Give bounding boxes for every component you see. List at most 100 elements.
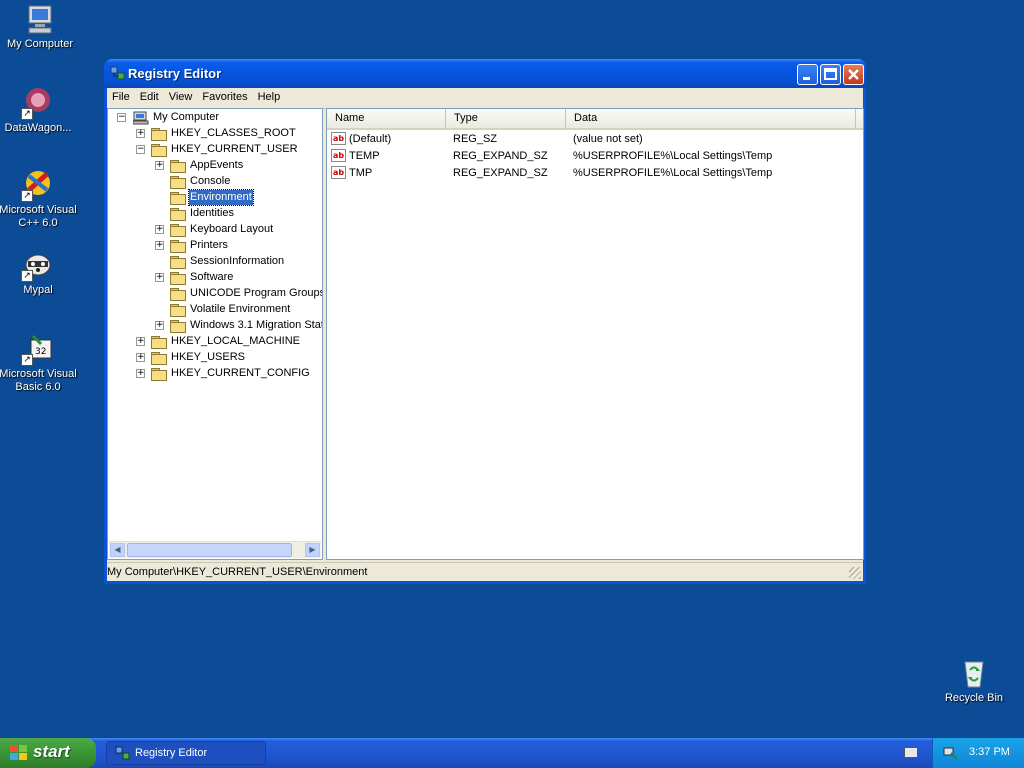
- desktop-icon-my-computer[interactable]: My Computer: [0, 2, 80, 51]
- list-header: Name Type Data: [327, 109, 863, 130]
- folder-icon: [151, 128, 167, 141]
- taskbar-button-registry-editor[interactable]: Registry Editor: [106, 741, 266, 765]
- recycle-bin-icon: [957, 656, 991, 690]
- desktop-icon-visual-cpp[interactable]: ↗ Microsoft Visual C++ 6.0: [0, 168, 78, 230]
- menu-favorites[interactable]: Favorites: [198, 88, 253, 103]
- collapse-icon[interactable]: −: [117, 113, 126, 122]
- maximize-button[interactable]: [820, 64, 841, 85]
- tree-label: Software: [190, 271, 234, 283]
- close-icon: [848, 69, 859, 80]
- expand-icon[interactable]: +: [155, 225, 164, 234]
- shortcut-arrow-icon: ↗: [21, 190, 33, 202]
- close-button[interactable]: [843, 64, 864, 85]
- minimize-icon: [803, 77, 810, 80]
- values-list-pane[interactable]: Name Type Data ab (Default) REG_SZ (valu…: [326, 108, 864, 560]
- system-tray: 3:37 PM: [932, 738, 1024, 768]
- folder-icon: [170, 304, 186, 317]
- tree-label: HKEY_USERS: [171, 351, 245, 363]
- folder-icon: [170, 160, 186, 173]
- value-name: TEMP: [349, 150, 380, 162]
- value-data: %USERPROFILE%\Local Settings\Temp: [573, 150, 773, 162]
- desktop-icon-recycle-bin[interactable]: Recycle Bin: [934, 656, 1014, 705]
- column-header-name[interactable]: Name: [327, 109, 446, 128]
- menu-help[interactable]: Help: [254, 88, 287, 103]
- maximize-icon: [824, 68, 837, 80]
- tree-label: Windows 3.1 Migration Stat: [190, 319, 323, 331]
- folder-icon: [170, 224, 186, 237]
- folder-icon: [170, 256, 186, 269]
- folder-icon: [170, 288, 186, 301]
- expand-icon[interactable]: +: [136, 129, 145, 138]
- tree-label: Volatile Environment: [190, 303, 291, 315]
- value-type: REG_EXPAND_SZ: [453, 150, 548, 162]
- title-bar[interactable]: Registry Editor: [104, 59, 866, 88]
- visual-basic-icon: 32 ↗: [21, 332, 55, 366]
- list-row[interactable]: ab TMP REG_EXPAND_SZ %USERPROFILE%\Local…: [327, 165, 863, 181]
- tree-label: AppEvents: [190, 159, 244, 171]
- mypal-raccoon-icon: ↗: [21, 248, 55, 282]
- desktop-icon-datawagon[interactable]: ↗ DataWagon...: [0, 86, 78, 135]
- window-title: Registry Editor: [128, 66, 222, 81]
- start-button[interactable]: start: [0, 738, 96, 768]
- scroll-left-button[interactable]: ◀: [110, 543, 125, 557]
- value-name: (Default): [349, 133, 392, 145]
- tree-label: Identities: [190, 207, 235, 219]
- computer-icon: [23, 2, 57, 36]
- tree-horizontal-scrollbar[interactable]: ◀ ▶: [109, 541, 321, 558]
- string-value-icon: ab: [331, 149, 346, 162]
- tree-label: Keyboard Layout: [190, 223, 274, 235]
- value-data: %USERPROFILE%\Local Settings\Temp: [573, 167, 773, 179]
- string-value-icon: ab: [331, 132, 346, 145]
- column-header-type[interactable]: Type: [446, 109, 566, 128]
- key-tree-pane[interactable]: − My Computer + HKEY_CLASSES_ROOT − HKEY…: [107, 108, 323, 560]
- menu-edit[interactable]: Edit: [136, 88, 165, 103]
- list-row[interactable]: ab (Default) REG_SZ (value not set): [327, 131, 863, 147]
- folder-icon: [170, 208, 186, 221]
- scroll-thumb[interactable]: [127, 543, 292, 557]
- tree-label: SessionInformation: [190, 255, 285, 267]
- visual-cpp-icon: ↗: [21, 168, 55, 202]
- column-header-data[interactable]: Data: [566, 109, 856, 128]
- status-path: My Computer\HKEY_CURRENT_USER\Environmen…: [107, 566, 368, 578]
- network-icon[interactable]: [943, 745, 959, 761]
- registry-editor-window: Registry Editor File Edit View Favorites Hel…: [104, 59, 866, 584]
- desktop-icon-visual-basic[interactable]: 32 ↗ Microsoft Visual Basic 6.0: [0, 332, 78, 394]
- svg-text:32: 32: [35, 347, 46, 357]
- list-row[interactable]: ab TEMP REG_EXPAND_SZ %USERPROFILE%\Loca…: [327, 148, 863, 164]
- expand-icon[interactable]: +: [155, 321, 164, 330]
- string-value-icon: ab: [331, 166, 346, 179]
- tree-label: HKEY_CURRENT_CONFIG: [171, 367, 310, 379]
- keyboard-icon[interactable]: [904, 747, 918, 758]
- datawagon-icon: ↗: [21, 86, 55, 120]
- menu-bar: File Edit View Favorites Help: [107, 88, 863, 109]
- desktop-icon-label: My Computer: [6, 38, 74, 50]
- folder-icon: [170, 240, 186, 253]
- resize-grip-icon[interactable]: [849, 567, 861, 579]
- tree-label: Console: [190, 175, 231, 187]
- expand-icon[interactable]: +: [155, 273, 164, 282]
- taskbar: start Registry Editor 3:37 PM: [0, 738, 1024, 768]
- desktop-icon-mypal[interactable]: ↗ Mypal: [0, 248, 78, 297]
- tree-label: My Computer: [153, 111, 220, 123]
- menu-view[interactable]: View: [165, 88, 199, 103]
- expand-icon[interactable]: +: [155, 161, 164, 170]
- start-label: start: [33, 742, 70, 761]
- taskbar-button-label: Registry Editor: [135, 747, 208, 759]
- windows-flag-icon: [10, 745, 27, 760]
- menu-file[interactable]: File: [107, 88, 136, 103]
- value-type: REG_SZ: [453, 133, 498, 145]
- folder-icon: [170, 272, 186, 285]
- scroll-right-button[interactable]: ▶: [305, 543, 320, 557]
- shortcut-arrow-icon: ↗: [21, 354, 33, 366]
- tree-label: HKEY_LOCAL_MACHINE: [171, 335, 300, 347]
- tree-label: Printers: [190, 239, 228, 251]
- expand-icon[interactable]: +: [136, 369, 145, 378]
- desktop-icon-label: Microsoft Visual C++ 6.0: [0, 204, 77, 229]
- desktop-icon-label: Mypal: [23, 284, 53, 296]
- expand-icon[interactable]: +: [155, 241, 164, 250]
- minimize-button[interactable]: [797, 64, 818, 85]
- collapse-icon[interactable]: −: [136, 145, 145, 154]
- expand-icon[interactable]: +: [136, 337, 145, 346]
- folder-icon: [170, 320, 186, 333]
- expand-icon[interactable]: +: [136, 353, 145, 362]
